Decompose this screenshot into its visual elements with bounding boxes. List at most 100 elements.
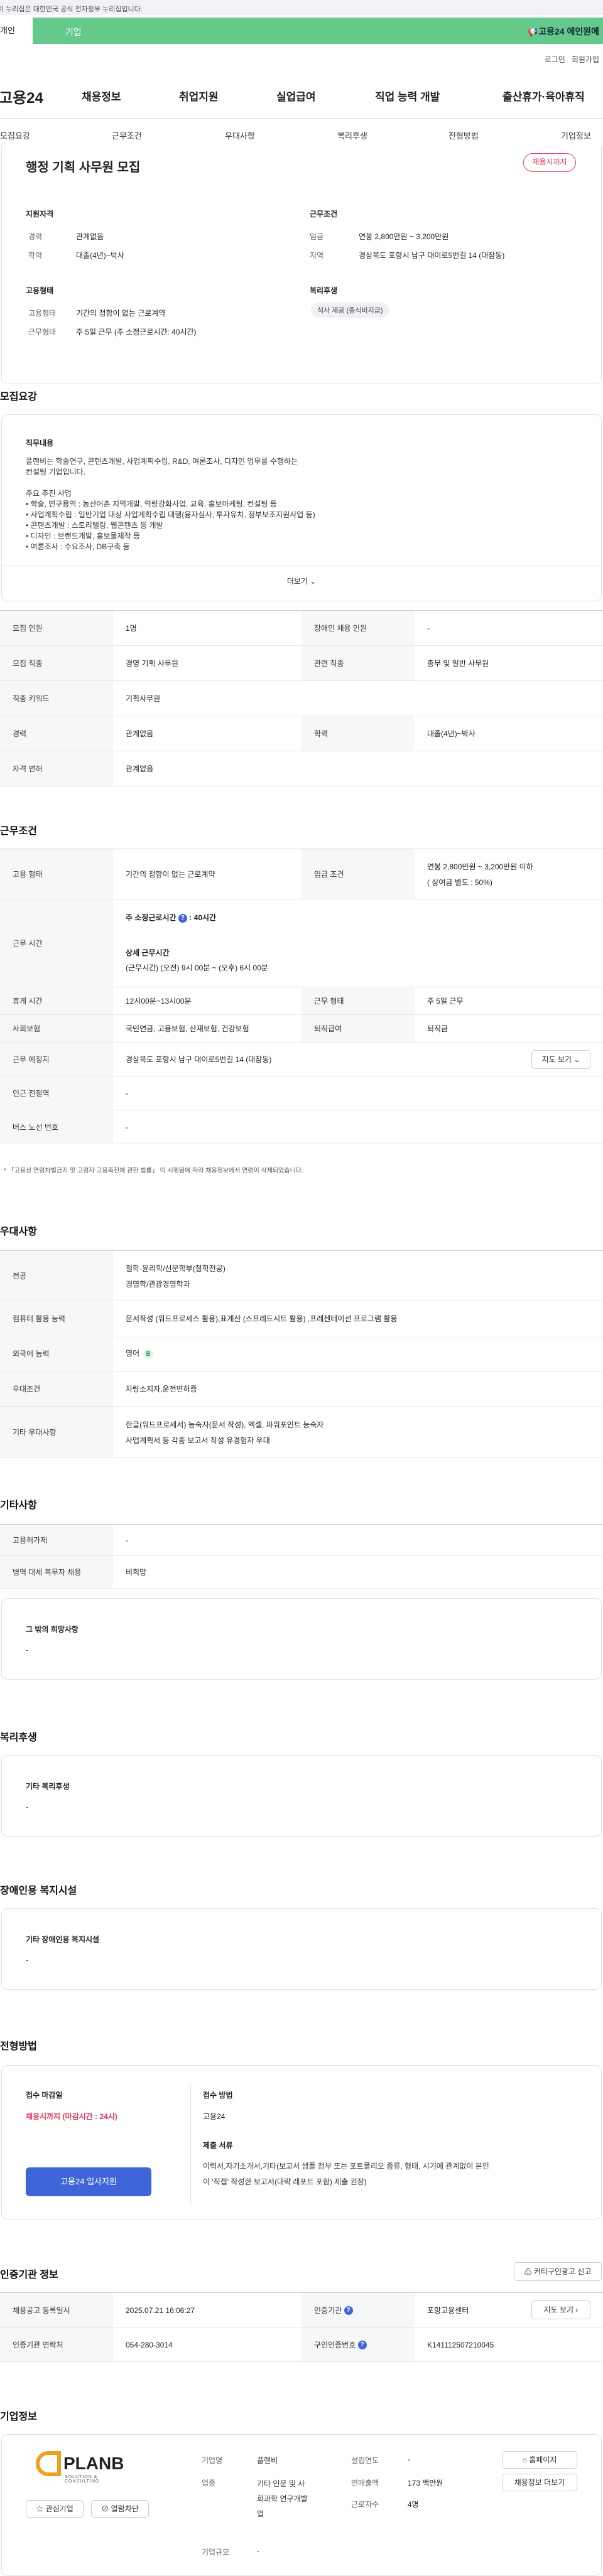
pref-value: 한글(워드프로세서) 능숙자(문서 작성), 엑셀, 파워포인트 능숙자 사업계획… [126, 1407, 323, 1457]
cert-number-value: K141112507210045 [427, 2340, 494, 2349]
section-title-pref: 우대사항 [0, 1226, 37, 1237]
table-row: 근무 시간 주 소정근로시간 ? : 40시간 상세 근무시간 (근무시간) (… [0, 899, 603, 987]
level-badge: B [143, 1350, 154, 1360]
tab-welfare[interactable]: 복리후생 [337, 129, 367, 141]
tab-recruit[interactable]: 모집요강 [0, 129, 30, 141]
cert-date-value: 2025.07.21 16:06:27 [126, 2305, 195, 2315]
cert-agency-value: 포항고용센터 [427, 2306, 469, 2315]
gov-notice-bar: 이 누리집은 대한민국 공식 전자정부 누리집입니다. [0, 0, 603, 15]
welfare-heading: 복리후생 [310, 286, 338, 295]
pref-value: 문서작성 (워드프로세스 활용),표계산 (스프레드시트 활용) ,프레젠테이션… [126, 1301, 397, 1336]
recruit-table: 모집 인원 1명 장애인 채용 인원 - 모집 직종 경영 기획 사무원 관련 직종 총무 및… [0, 610, 603, 786]
question-icon[interactable]: ? [357, 2340, 367, 2349]
pref-label: 컴퓨터 활용 능력 [0, 1301, 113, 1336]
job-description-card: 직무내용 플랜비는 학술연구, 콘텐츠개발, 사업계획수립, R&D, 여론조사… [1, 414, 602, 601]
summary-card: 행정 기획 사무원 모집 채용시까지 지원자격 경력 관계없음 학력 대졸(4년… [1, 146, 602, 384]
company-staff-label: 근로자수 [351, 2500, 379, 2509]
top-audience-bar: 개인 기업 📢고용24 에인원에 [0, 18, 603, 44]
company-name-label: 기업명 [202, 2456, 223, 2465]
cert-agency-label-text: 인증기관 [314, 2306, 342, 2315]
emp-shift-label: 근무형태 [28, 328, 57, 336]
tab-work[interactable]: 근무조건 [112, 129, 142, 141]
disabled-box-title: 기타 장애인용 복지시설 [26, 1935, 100, 1944]
table-row: 컴퓨터 활용 능력 문서작성 (워드프로세스 활용),표계산 (스프레드시트 활용… [0, 1301, 603, 1336]
company-biz-value: 기타 인문 및 사 회과학 연구개발 업 [257, 2476, 308, 2521]
work-emp-label: 고용 형태 [0, 849, 113, 899]
recruit-label: 경력 [0, 716, 113, 751]
site-logo[interactable]: 고용24 [0, 85, 43, 107]
table-row: 고용허가제 - [0, 1525, 603, 1556]
pref-value-text: 문서작성 (워드프로세스 활용),표계산 (스프레드시트 활용) ,프레젠테이션… [126, 1314, 398, 1323]
tab-company-info[interactable]: 기업정보 [561, 129, 591, 141]
work-detail-hours-value: (근무시간) (오전) 9시 00분 ~ (오후) 6시 00분 [126, 963, 268, 972]
biz-line: 업 [257, 2509, 264, 2518]
topbar-banner-link[interactable]: 📢고용24 에인원에 [528, 25, 599, 38]
cert-phone-label: 인증기관 연락처 [0, 2328, 113, 2361]
block-company-button[interactable]: ⊘ 열람차단 [91, 2500, 149, 2518]
company-scale-value: - [257, 2546, 259, 2555]
report-ad-button[interactable]: ⚠ 커티구인광고 신고 [514, 2262, 602, 2281]
pref-label: 전공 [0, 1251, 113, 1301]
recruit-label: 학력 [302, 716, 415, 751]
tab-company[interactable]: 기업 [65, 26, 82, 38]
work-detail-hours-label: 상세 근무시간 [126, 948, 170, 957]
recruit-label: 모집 인원 [0, 611, 113, 645]
company-scale-label: 기업규모 [202, 2548, 230, 2557]
recruit-label: 장애인 채용 인원 [302, 611, 415, 645]
more-button[interactable]: 더보기 ⌄ [2, 576, 601, 586]
gnb-training[interactable]: 직업 능력 개발 [375, 88, 440, 104]
work-shift-value: 주 5일 근무 [427, 997, 464, 1006]
gnb-parental-leave[interactable]: 출산휴가·육아휴직 [503, 88, 585, 104]
recruit-value: 관계없음 [126, 765, 154, 773]
job-desc-line: 컨설팅 기업입니다. [26, 468, 85, 476]
speaker-icon: 📢 [527, 26, 539, 36]
work-pay-bonus: ( 상여금 별도 : 50%) [427, 877, 492, 887]
pref-value-line: 사업계획서 등 각종 보고서 작성 유경험자 우대 [126, 1435, 270, 1446]
gnb-unemployment[interactable]: 실업급여 [276, 88, 316, 104]
gnb-employment-support[interactable]: 취업지원 [179, 88, 219, 104]
question-icon[interactable]: ? [178, 913, 187, 923]
job-desc-body: 플랜비는 학술연구, 콘텐츠개발, 사업계획수립, R&D, 여론조사, 디자인… [26, 456, 579, 552]
more-label: 더보기 [286, 577, 308, 586]
gnb-jobs[interactable]: 채용정보 [82, 88, 121, 104]
join-link[interactable]: 회원가입 [572, 55, 599, 64]
cert-number-label: 구인인증번호 ? [302, 2328, 415, 2361]
work-bus-label: 버스 노선 번호 [0, 1110, 113, 1144]
etc-military-value: 비희망 [126, 1568, 147, 1577]
question-icon[interactable]: ? [344, 2305, 353, 2315]
cert-table: 채용공고 등록일시 2025.07.21 16:06:27 인증기관 ? 포항고… [0, 2292, 603, 2362]
favorite-company-button[interactable]: ☆ 관심기업 [26, 2500, 84, 2518]
cond-region-value: 경상북도 포항시 남구 대이로5번길 14 (대잠동) [359, 251, 505, 260]
pref-value-line: 경영학/관광경영학과 [126, 1279, 190, 1289]
work-shift-label: 근무 형태 [302, 987, 415, 1014]
more-jobs-button[interactable]: 채용정보 더보기 [502, 2474, 577, 2491]
etc-box-title: 그 밖의 희망사항 [26, 1625, 79, 1634]
apply-button[interactable]: 고용24 입사지원 [26, 2167, 151, 2196]
etc-table: 고용허가제 - 병역 대체 복무자 채용 비희망 [0, 1524, 603, 1589]
welfare-box-value: - [26, 1802, 29, 1811]
login-link[interactable]: 로그인 [545, 55, 565, 64]
cert-number-label-text: 구인인증번호 [314, 2341, 356, 2349]
divider [190, 2085, 191, 2204]
tab-personal[interactable]: 개인 [0, 18, 33, 44]
recruit-label: 직종 키워드 [0, 681, 113, 716]
tab-process[interactable]: 전형방법 [448, 129, 479, 141]
recruit-value: - [427, 623, 430, 633]
map-view-button[interactable]: 지도 보기 ⌄ [531, 1050, 590, 1069]
tab-pref[interactable]: 우대사항 [225, 129, 255, 141]
work-subway-value: - [126, 1088, 128, 1098]
table-row: 휴게 시간 12시00분~13시00분 근무 형태 주 5일 근무 [0, 987, 603, 1015]
pref-value-line: 영어 B [126, 1348, 154, 1360]
homepage-label: 홈페이지 [529, 2455, 557, 2464]
disabled-box-value: - [26, 1955, 29, 1965]
cert-phone-value: 054-280-3014 [126, 2340, 173, 2349]
method-label: 접수 방법 [203, 2091, 233, 2100]
gov-notice-text: 이 누리집은 대한민국 공식 전자정부 누리집입니다. [0, 6, 143, 13]
util-menu: 로그인 회원가입 [545, 54, 599, 65]
cert-map-button[interactable]: 지도 보기 › [531, 2300, 590, 2319]
pref-value-text: 경영학/관광경영학과 [126, 1279, 190, 1289]
qual-edu-value: 대졸(4년)~박사 [76, 251, 124, 260]
table-row: 병역 대체 복무자 채용 비희망 [0, 1556, 603, 1589]
pref-label: 기타 우대사항 [0, 1407, 113, 1457]
homepage-button[interactable]: ⌂ 홈페이지 [502, 2451, 577, 2469]
